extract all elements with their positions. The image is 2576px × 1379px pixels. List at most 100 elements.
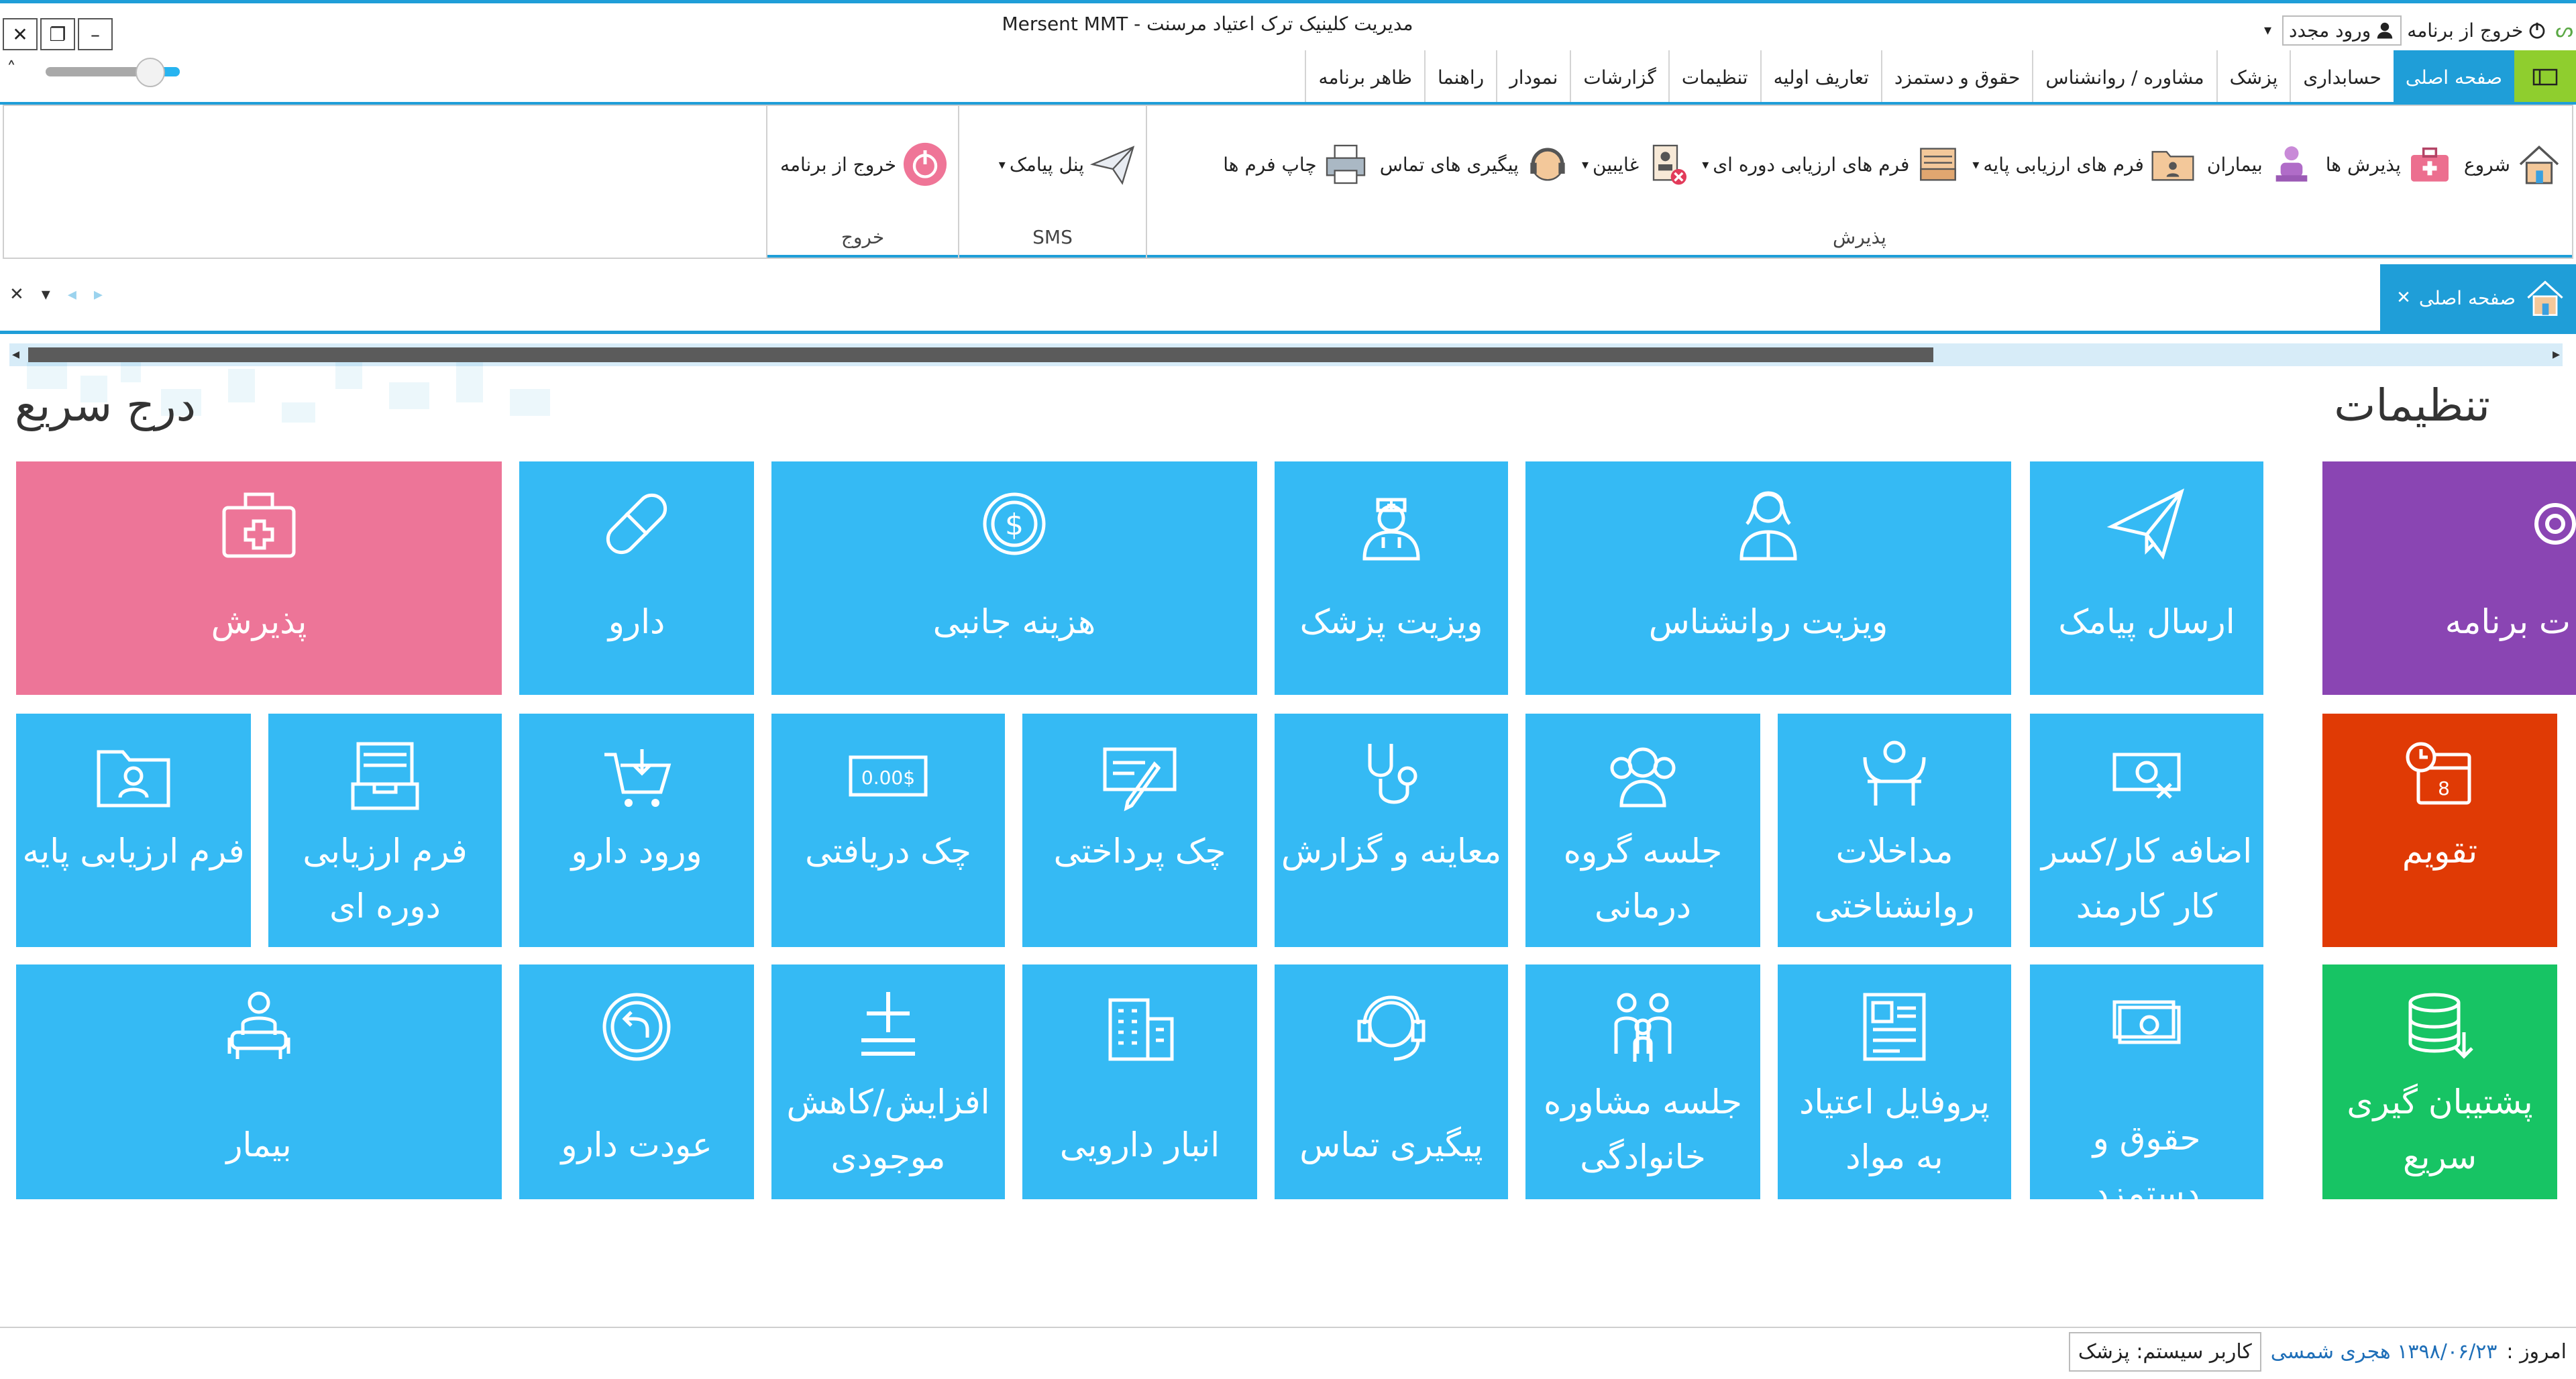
tab-appearance[interactable]: ظاهر برنامه [1305, 50, 1424, 104]
tile-stock-adjust[interactable]: افزایش/کاهش موجودی [771, 964, 1005, 1199]
chevron-down-icon: ▾ [1972, 156, 1980, 172]
tab-counseling[interactable]: مشاوره / روانشناس [2032, 50, 2216, 104]
tile-check-received[interactable]: 0.00$ چک دریافتی [771, 714, 1005, 947]
tile-side-cost[interactable]: $ هزینه جانبی [771, 461, 1257, 695]
call-followups-button[interactable]: پیگیری های تماس [1380, 140, 1572, 189]
patients-label: بیماران [2206, 153, 2263, 176]
basic-assessment-forms-label: فرم های ارزیابی پایه [1983, 153, 2144, 176]
absentees-button[interactable]: غایبین ▾ [1582, 140, 1693, 189]
patients-button[interactable]: بیماران [2207, 140, 2316, 189]
tab-list-dropdown-icon[interactable]: ▾ [42, 284, 50, 305]
quick-access-toolbar: ᔕ خروج از برنامه ورود مجدد ▾ [2257, 13, 2576, 48]
reception-group: شروع پذیرش ها بیماران فرم های ارزیابی پا… [1146, 106, 2572, 258]
tile-check-received-label: چک دریافتی [805, 832, 971, 871]
periodic-assessment-forms-button[interactable]: فرم های ارزیابی دوره ای ▾ [1702, 140, 1963, 189]
relogin-quick-button[interactable]: ورود مجدد [2282, 15, 2402, 46]
tab-accounting[interactable]: حسابداری [2290, 50, 2394, 104]
tile-basic-assessment-label: فرم ارزیابی پایه [22, 832, 245, 871]
title-bar: ✕ ❐ – مدیریت کلینیک ترک اعتیاد مرسنت - M… [0, 3, 2576, 50]
tile-call-followup-label: پیگیری تماس [1299, 1125, 1483, 1164]
tile-addiction-profile[interactable]: پروفایل اعتیاد به مواد [1778, 964, 2011, 1199]
tile-psych-interventions[interactable]: مداخلات روانشناختی [1778, 714, 2011, 947]
quick-access-dropdown-icon[interactable]: ▾ [2257, 22, 2278, 39]
tile-medicine-entry-label: ورود دارو [571, 832, 702, 871]
close-window-button[interactable]: ✕ [3, 18, 38, 50]
tab-help[interactable]: راهنما [1424, 50, 1497, 104]
folder-user-icon [2148, 140, 2198, 189]
svg-text:0.00$: 0.00$ [861, 767, 915, 789]
tile-salary[interactable]: حقوق و دستمزد [2030, 964, 2263, 1199]
exit-program-label: خروج از برنامه [2407, 19, 2524, 42]
svg-text:$: $ [1005, 508, 1024, 542]
scrollbar-thumb[interactable] [28, 347, 1933, 362]
minimize-window-button[interactable]: – [78, 18, 113, 50]
reception-group-items: شروع پذیرش ها بیماران فرم های ارزیابی پا… [1223, 140, 2564, 189]
tile-reception[interactable]: پذیرش [16, 461, 502, 695]
tile-periodic-assessment[interactable]: فرم ارزیابی دوره ای [268, 714, 502, 947]
tile-medicine-entry[interactable]: ورود دارو [519, 714, 754, 947]
ribbon-collapse-icon[interactable]: ˄ [7, 58, 16, 80]
patient-icon [215, 983, 303, 1070]
exit-program-quick-button[interactable]: خروج از برنامه [2402, 17, 2553, 44]
today-label: امروز : [2506, 1340, 2567, 1364]
basic-assessment-forms-button[interactable]: فرم های ارزیابی پایه ▾ [1972, 140, 2198, 189]
tile-psychologist-visit[interactable]: ویزیت روانشناس [1525, 461, 2011, 695]
tile-send-sms-label: ارسال پیامک [2058, 602, 2235, 641]
app-logo-icon: ᔕ [2555, 18, 2573, 42]
tile-addiction-profile-label: پروفایل اعتیاد به مواد [1799, 1083, 1990, 1176]
next-tab-icon[interactable]: ▸ [94, 284, 103, 305]
tab-reports[interactable]: گزارشات [1570, 50, 1668, 104]
user-icon [2377, 22, 2393, 39]
status-bar: امروز : ۱۳۹۸/۰۶/۲۳ هجری شمسی کاربر سیستم… [0, 1327, 2576, 1379]
tile-medicine-return[interactable]: عودت دارو [519, 964, 754, 1199]
exit-program-ribbon-button[interactable]: خروج از برنامه [780, 140, 950, 189]
scroll-right-icon[interactable]: ▸ [2553, 346, 2560, 363]
tile-pharmacy[interactable]: انبار دارویی [1022, 964, 1257, 1199]
restore-window-button[interactable]: ❐ [40, 18, 75, 50]
zoom-slider-knob[interactable] [136, 58, 165, 87]
tab-home[interactable]: صفحه اصلی [2393, 50, 2514, 104]
tab-chart[interactable]: نمودار [1496, 50, 1570, 104]
scroll-left-icon[interactable]: ◂ [12, 346, 19, 363]
gear-icon [2493, 480, 2576, 567]
close-all-tabs-icon[interactable]: ✕ [9, 284, 24, 305]
tile-program-settings-label: ت برنامه [2445, 602, 2571, 641]
tile-doctor-visit[interactable]: ویزیت پزشک [1275, 461, 1508, 695]
print-forms-button[interactable]: چاپ فرم ها [1223, 140, 1370, 189]
tile-medicine-label: دارو [608, 602, 665, 641]
close-tab-icon[interactable]: ✕ [2396, 288, 2411, 308]
tile-calendar[interactable]: 8 تقویم [2322, 714, 2557, 947]
tile-check-paid[interactable]: چک پرداختی [1022, 714, 1257, 947]
home-icon [2514, 140, 2564, 189]
tile-overtime[interactable]: اضافه کار/کسر کار کارمند [2030, 714, 2263, 947]
tile-exam-report[interactable]: معاینه و گزارش [1275, 714, 1508, 947]
ribbon-panel: شروع پذیرش ها بیماران فرم های ارزیابی پا… [3, 105, 2573, 259]
start-button[interactable]: شروع [2464, 140, 2564, 189]
restore-icon: ❐ [49, 23, 66, 46]
tile-program-settings[interactable]: ت برنامه [2322, 461, 2576, 695]
chevron-down-icon: ▾ [998, 156, 1006, 172]
tab-settings[interactable]: تنظیمات [1668, 50, 1760, 104]
tile-send-sms[interactable]: ارسال پیامک [2030, 461, 2263, 695]
tile-basic-assessment[interactable]: فرم ارزیابی پایه [16, 714, 251, 947]
admissions-button[interactable]: پذیرش ها [2326, 140, 2455, 189]
tile-patient[interactable]: بیمار [16, 964, 502, 1199]
tile-call-followup[interactable]: پیگیری تماس [1275, 964, 1508, 1199]
sms-panel-button[interactable]: پنل پیامک ▾ [999, 140, 1138, 189]
tile-medicine[interactable]: دارو [519, 461, 754, 695]
zoom-slider[interactable] [46, 58, 180, 87]
tab-doctor[interactable]: پزشک [2216, 50, 2290, 104]
bandage-icon [593, 480, 680, 567]
meeting-table-icon [1851, 732, 1938, 820]
app-menu-button[interactable] [2514, 50, 2576, 104]
tile-group-therapy-label: جلسه گروه درمانی [1563, 832, 1723, 926]
tile-family-counseling[interactable]: جلسه مشاوره خانوادگی [1525, 964, 1760, 1199]
medical-kit-icon [215, 480, 303, 567]
tile-quick-backup[interactable]: پشتیبان گیری سریع [2322, 964, 2557, 1199]
tab-payroll[interactable]: حقوق و دستمزد [1880, 50, 2033, 104]
tab-definitions[interactable]: تعاریف اولیه [1760, 50, 1881, 104]
window-title: مدیریت کلینیک ترک اعتیاد مرسنت - Mersent… [1002, 13, 1413, 35]
prev-tab-icon[interactable]: ◂ [68, 284, 76, 305]
tile-group-therapy[interactable]: جلسه گروه درمانی [1525, 714, 1760, 947]
doc-tab-home[interactable]: صفحه اصلی ✕ [2380, 264, 2576, 331]
